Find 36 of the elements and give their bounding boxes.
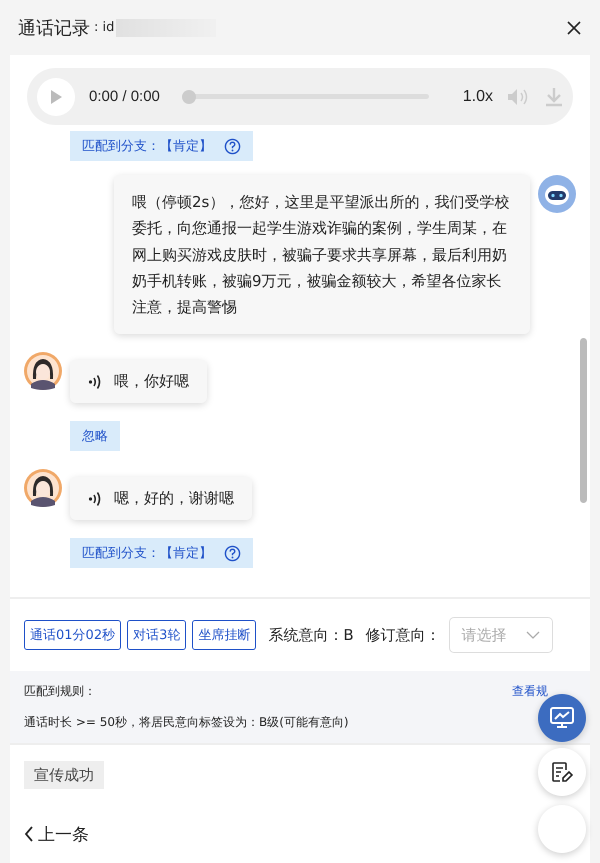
progress-slider[interactable]: [182, 90, 429, 104]
voice-icon[interactable]: [88, 490, 102, 507]
chevron-down-icon: [526, 631, 540, 639]
chevron-left-icon: [24, 826, 34, 842]
stat-tag: 坐席挂断: [192, 620, 256, 650]
id-label: : id: [94, 20, 114, 35]
voice-icon[interactable]: [88, 374, 102, 390]
play-icon: [49, 88, 63, 104]
tag-text: 匹配到分支：【肯定】: [82, 138, 212, 155]
system-intent-label: 系统意向：: [268, 626, 344, 644]
person-avatar: [24, 352, 62, 390]
revised-intent-label: 修订意向：: [366, 626, 441, 644]
help-icon[interactable]: [224, 138, 241, 154]
window-title: 通话记录: [18, 16, 90, 40]
stat-tag: 对话3轮: [127, 620, 186, 650]
person-avatar: [24, 469, 62, 508]
scrollbar-thumb[interactable]: [580, 338, 587, 503]
note-edit-icon: [551, 761, 573, 783]
rule-text: 通话时长 >= 50秒，将居民意向标签设为：B级(可能有意向): [24, 714, 349, 731]
message-text: 嗯，好的，谢谢嗯: [114, 489, 234, 508]
result-tag: 宣传成功: [24, 761, 104, 789]
time-label: 0:00 / 0:00: [89, 88, 160, 105]
close-icon[interactable]: [566, 20, 582, 36]
message-bubble: 喂（停顿2s），您好，这里是平望派出所的，我们受学校委托，向您通报一起学生游戏诈骗的案例，学生周某，在网上购买游戏皮肤时，被骗子要求共享屏幕，最后利用奶奶手机转账，被骗9万元，被骗金额较大，希望各位家长注意，提高警惕: [114, 175, 530, 334]
tag-text: 匹配到分支：【肯定】: [82, 545, 212, 562]
rule-title: 匹配到规则：: [24, 683, 96, 700]
previous-link[interactable]: 上一条: [24, 822, 89, 846]
monitor-chart-icon: [549, 706, 575, 730]
system-intent-value: B: [343, 626, 354, 644]
help-icon[interactable]: [224, 544, 241, 562]
view-rule-link[interactable]: 查看规: [512, 683, 548, 700]
tag-text: 忽略: [82, 428, 108, 446]
stat-tag: 通话01分02秒: [24, 620, 122, 650]
speed-button[interactable]: 1.0x: [462, 88, 493, 106]
message-text: 喂，你好嗯: [114, 372, 189, 392]
robot-avatar: [538, 175, 576, 213]
